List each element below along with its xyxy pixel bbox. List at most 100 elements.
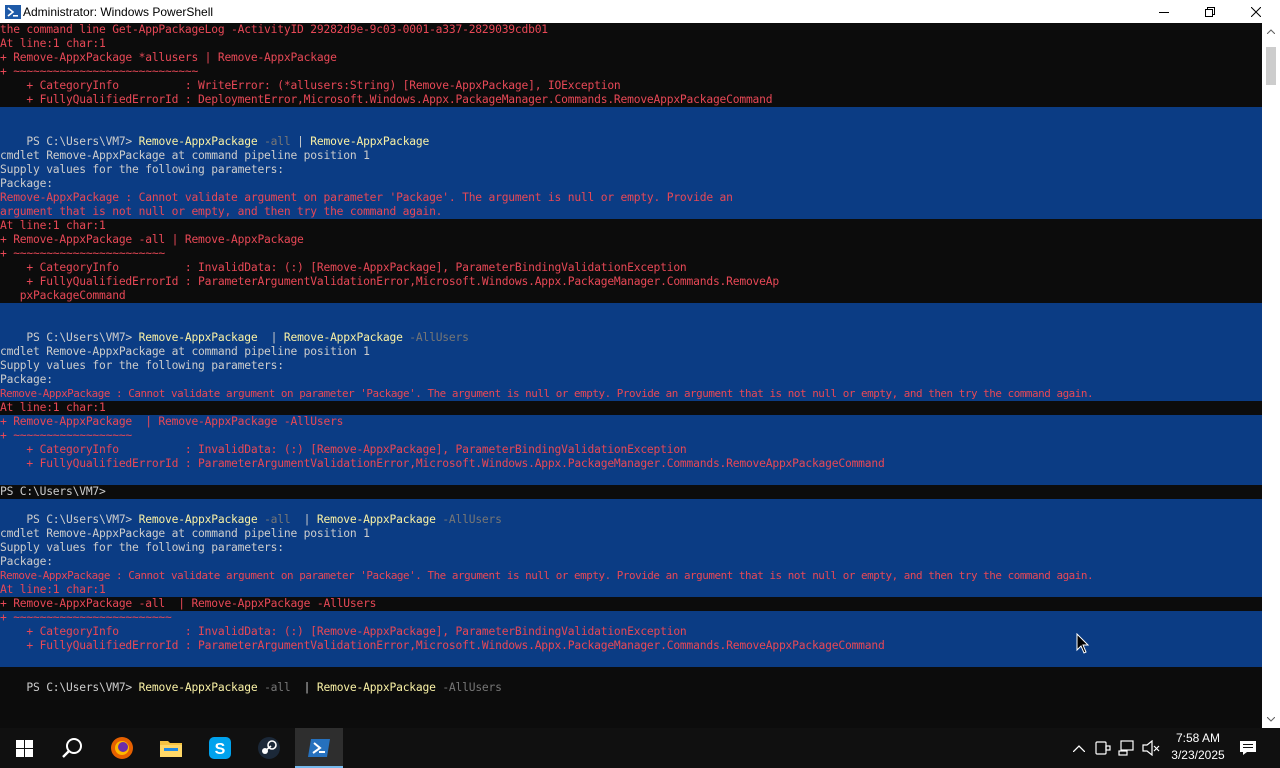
taskbar-firefox[interactable]	[98, 728, 146, 768]
error-line: At line:1 char:1	[0, 401, 106, 414]
windows-logo-icon	[15, 739, 33, 757]
scrollbar-thumb[interactable]	[1266, 47, 1276, 85]
console-line: Supply values for the following paramete…	[0, 163, 284, 176]
console-line: cmdlet Remove-AppxPackage at command pip…	[0, 527, 370, 540]
restore-icon	[1205, 6, 1215, 17]
prompt-line: PS C:\Users\VM7>	[0, 485, 106, 498]
pipe: |	[290, 681, 317, 694]
error-line: + ~~~~~~~~~~~~~~~~~~~~~~~	[0, 247, 166, 260]
steam-icon	[258, 737, 280, 759]
volume-muted-icon	[1142, 740, 1160, 756]
cmdlet: Remove-AppxPackage	[138, 331, 258, 344]
scroll-up-button[interactable]	[1262, 23, 1280, 40]
console-line: Package:	[0, 177, 53, 190]
taskbar-steam[interactable]	[245, 728, 293, 768]
console-line: At line:1 char:1	[0, 37, 106, 50]
mouse-cursor-icon	[1076, 633, 1090, 654]
error-line: At line:1 char:1	[0, 219, 106, 232]
cmdlet: Remove-AppxPackage	[138, 135, 258, 148]
camera-icon	[1095, 741, 1111, 755]
close-icon	[1251, 6, 1261, 17]
error-line: + CategoryInfo : InvalidData: (:) [Remov…	[0, 443, 687, 456]
parameter: -all	[257, 513, 291, 526]
console-line: Supply values for the following paramete…	[0, 359, 284, 372]
prompt: PS C:\Users\VM7>	[26, 513, 139, 526]
start-button[interactable]	[0, 728, 48, 768]
minimize-icon	[1159, 11, 1169, 13]
cmdlet: Remove-AppxPackage	[283, 331, 403, 344]
error-line: + Remove-AppxPackage -all | Remove-AppxP…	[0, 597, 377, 610]
minimize-button[interactable]	[1141, 0, 1187, 23]
error-line: + FullyQualifiedErrorId : ParameterArgum…	[0, 275, 779, 288]
taskbar-skype[interactable]: S	[196, 728, 244, 768]
file-explorer-icon	[160, 741, 182, 757]
command-line: PS C:\Users\VM7> Remove-AppxPackage -all…	[0, 499, 1262, 526]
console-line: Supply values for the following paramete…	[0, 541, 284, 554]
parameter: -all	[257, 135, 298, 148]
cmdlet: Remove-AppxPackage	[138, 513, 258, 526]
parameter: -AllUsers	[402, 331, 469, 344]
parameter: -AllUsers	[435, 513, 502, 526]
error-line: Remove-AppxPackage : Cannot validate arg…	[0, 387, 1094, 400]
tray-meet-now[interactable]	[1092, 728, 1114, 768]
vertical-scrollbar[interactable]	[1262, 23, 1280, 728]
console-line: the command line Get-AppPackageLog -Acti…	[0, 23, 548, 36]
console-line: Package:	[0, 555, 53, 568]
command-line[interactable]: PS C:\Users\VM7> Remove-AppxPackage -all…	[0, 667, 1262, 694]
console-output[interactable]: the command line Get-AppPackageLog -Acti…	[0, 23, 1262, 728]
console-line: cmdlet Remove-AppxPackage at command pip…	[0, 345, 370, 358]
taskbar-clock[interactable]: 7:58 AM 3/23/2025	[1160, 730, 1236, 764]
taskbar-file-explorer[interactable]	[147, 728, 195, 768]
console-line: + ~~~~~~~~~~~~~~~~~~~~~~~~~~~~	[0, 65, 199, 78]
error-line: + CategoryInfo : InvalidData: (:) [Remov…	[0, 261, 687, 274]
parameter: -all	[257, 681, 291, 694]
chevron-up-icon	[1073, 744, 1085, 752]
scroll-down-button[interactable]	[1262, 711, 1280, 728]
command-line: PS C:\Users\VM7> Remove-AppxPackage -all…	[0, 121, 1262, 148]
error-line: + CategoryInfo : InvalidData: (:) [Remov…	[0, 625, 687, 638]
error-line: + FullyQualifiedErrorId : ParameterArgum…	[0, 639, 885, 652]
tray-network[interactable]	[1115, 728, 1139, 768]
error-line: + FullyQualifiedErrorId : ParameterArgum…	[0, 457, 885, 470]
console-line: + Remove-AppxPackage *allusers | Remove-…	[0, 51, 337, 64]
chevron-down-icon	[1267, 717, 1275, 722]
console-line: cmdlet Remove-AppxPackage at command pip…	[0, 149, 370, 162]
clock-time: 7:58 AM	[1175, 731, 1221, 745]
pipe: |	[297, 135, 311, 148]
console-line: + CategoryInfo : WriteError: (*allusers:…	[0, 79, 621, 92]
taskbar-powershell[interactable]	[295, 728, 343, 768]
cmdlet: Remove-AppxPackage	[316, 513, 436, 526]
cmdlet: Remove-AppxPackage	[310, 135, 430, 148]
window-title: Administrator: Windows PowerShell	[23, 4, 214, 19]
error-line: argument that is not null or empty, and …	[0, 205, 443, 218]
restore-button[interactable]	[1187, 0, 1233, 23]
tray-volume[interactable]	[1140, 728, 1162, 768]
error-line: At line:1 char:1	[0, 583, 106, 596]
title-bar[interactable]: Administrator: Windows PowerShell	[0, 0, 1280, 23]
network-icon	[1118, 740, 1134, 756]
parameter: -AllUsers	[435, 681, 502, 694]
chevron-up-icon	[1267, 29, 1275, 34]
search-button[interactable]	[48, 728, 96, 768]
taskbar: S 7:58 AM 3/23/2025	[0, 728, 1280, 768]
svg-text:S: S	[215, 741, 226, 758]
error-line: + ~~~~~~~~~~~~~~~~~~~~~~~~	[0, 611, 172, 624]
prompt: PS C:\Users\VM7>	[26, 681, 139, 694]
search-icon	[62, 738, 82, 758]
error-line: pxPackageCommand	[0, 289, 126, 302]
error-line: + Remove-AppxPackage -all | Remove-AppxP…	[0, 233, 304, 246]
firefox-icon	[111, 737, 133, 759]
action-center-button[interactable]	[1236, 728, 1260, 768]
skype-icon: S	[209, 737, 231, 759]
prompt: PS C:\Users\VM7>	[26, 331, 139, 344]
error-line: Remove-AppxPackage : Cannot validate arg…	[0, 191, 733, 204]
pipe: |	[290, 513, 317, 526]
close-button[interactable]	[1233, 0, 1279, 23]
show-hidden-icons-button[interactable]	[1068, 728, 1090, 768]
cmdlet: Remove-AppxPackage	[316, 681, 436, 694]
error-line: + Remove-AppxPackage | Remove-AppxPackag…	[0, 415, 344, 428]
clock-date: 3/23/2025	[1171, 748, 1225, 762]
error-line: Remove-AppxPackage : Cannot validate arg…	[0, 569, 1094, 582]
console-line: + FullyQualifiedErrorId : DeploymentErro…	[0, 93, 773, 106]
prompt: PS C:\Users\VM7>	[26, 135, 139, 148]
